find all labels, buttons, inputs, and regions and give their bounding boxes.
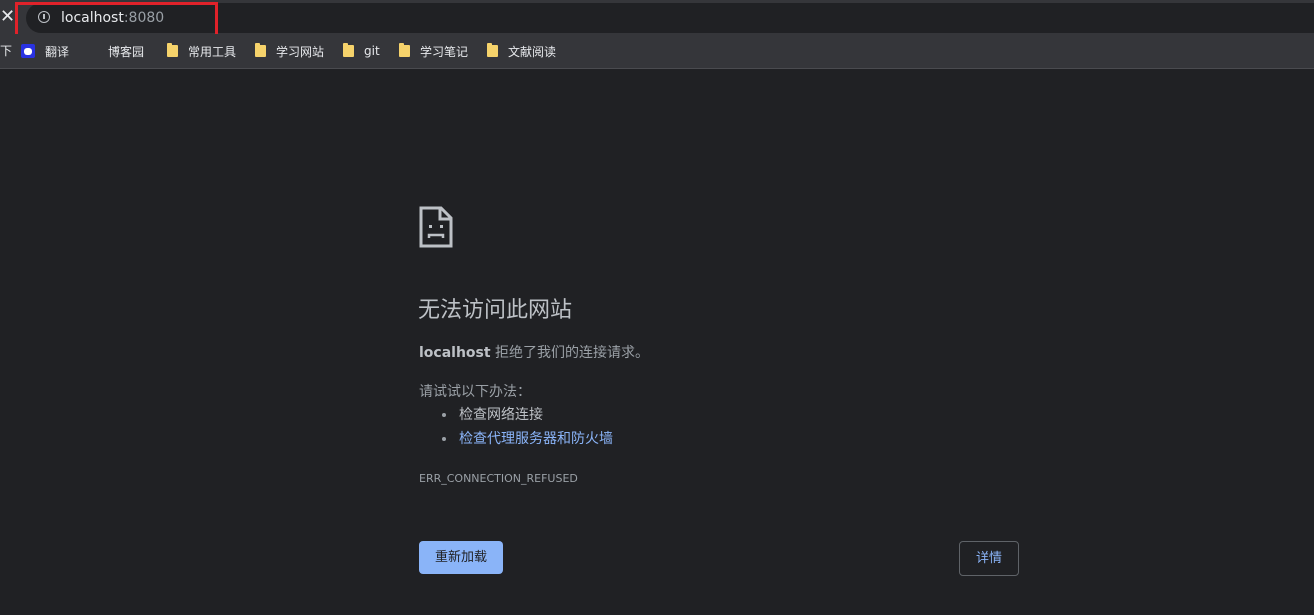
folder-icon — [487, 43, 498, 57]
site-icon — [86, 45, 98, 57]
folder-icon — [399, 43, 410, 57]
folder-icon — [343, 43, 354, 57]
bookmark-label: git — [364, 44, 380, 58]
bookmark-label: 常用工具 — [188, 44, 237, 59]
bookmark-label: 学习网站 — [276, 44, 325, 59]
bookmark-folder-git[interactable]: git — [343, 43, 380, 59]
suggestions-list: 检查网络连接 检查代理服务器和防火墙 — [441, 404, 613, 452]
stop-loading-icon[interactable]: ✕ — [0, 8, 15, 26]
baidu-icon — [21, 44, 35, 58]
details-button[interactable]: 详情 — [959, 541, 1019, 576]
address-bar[interactable]: localhost:8080 — [26, 3, 1314, 33]
folder-icon — [255, 43, 266, 57]
suggestion-check-proxy-firewall-link[interactable]: 检查代理服务器和防火墙 — [441, 428, 613, 452]
bookmarks-bar: 下 翻译 博客园 常用工具 学习网站 git 学习笔记 文献阅读 — [0, 34, 1314, 69]
suggestion-check-network: 检查网络连接 — [441, 404, 613, 428]
error-summary-text: 拒绝了我们的连接请求。 — [490, 345, 650, 361]
bookmark-label: 学习笔记 — [420, 44, 469, 59]
bookmarks-overflow-text: 下 — [0, 44, 13, 58]
suggestions-heading: 请试试以下办法： — [419, 384, 531, 400]
bookmark-item-fanyi[interactable]: 翻译 — [21, 43, 69, 59]
bookmark-folder-xuexi-wangzhan[interactable]: 学习网站 — [255, 43, 324, 59]
bookmark-folder-wenxian[interactable]: 文献阅读 — [487, 43, 556, 59]
error-summary-host: localhost — [419, 345, 491, 361]
bookmark-folder-changyong[interactable]: 常用工具 — [167, 43, 236, 59]
sad-page-icon — [419, 206, 453, 248]
bookmark-label: 文献阅读 — [508, 44, 557, 59]
reload-button[interactable]: 重新加载 — [419, 541, 503, 574]
bookmark-label: 翻译 — [45, 44, 70, 59]
bookmark-label: 博客园 — [108, 44, 145, 59]
folder-icon — [167, 43, 178, 57]
error-headline: 无法访问此网站 — [418, 298, 573, 323]
error-code: ERR_CONNECTION_REFUSED — [419, 472, 578, 485]
bookmark-folder-xuexi-biji[interactable]: 学习笔记 — [399, 43, 468, 59]
bookmark-item-bokeyuan[interactable]: 博客园 — [86, 43, 144, 59]
error-summary: localhost 拒绝了我们的连接请求。 — [419, 344, 649, 362]
